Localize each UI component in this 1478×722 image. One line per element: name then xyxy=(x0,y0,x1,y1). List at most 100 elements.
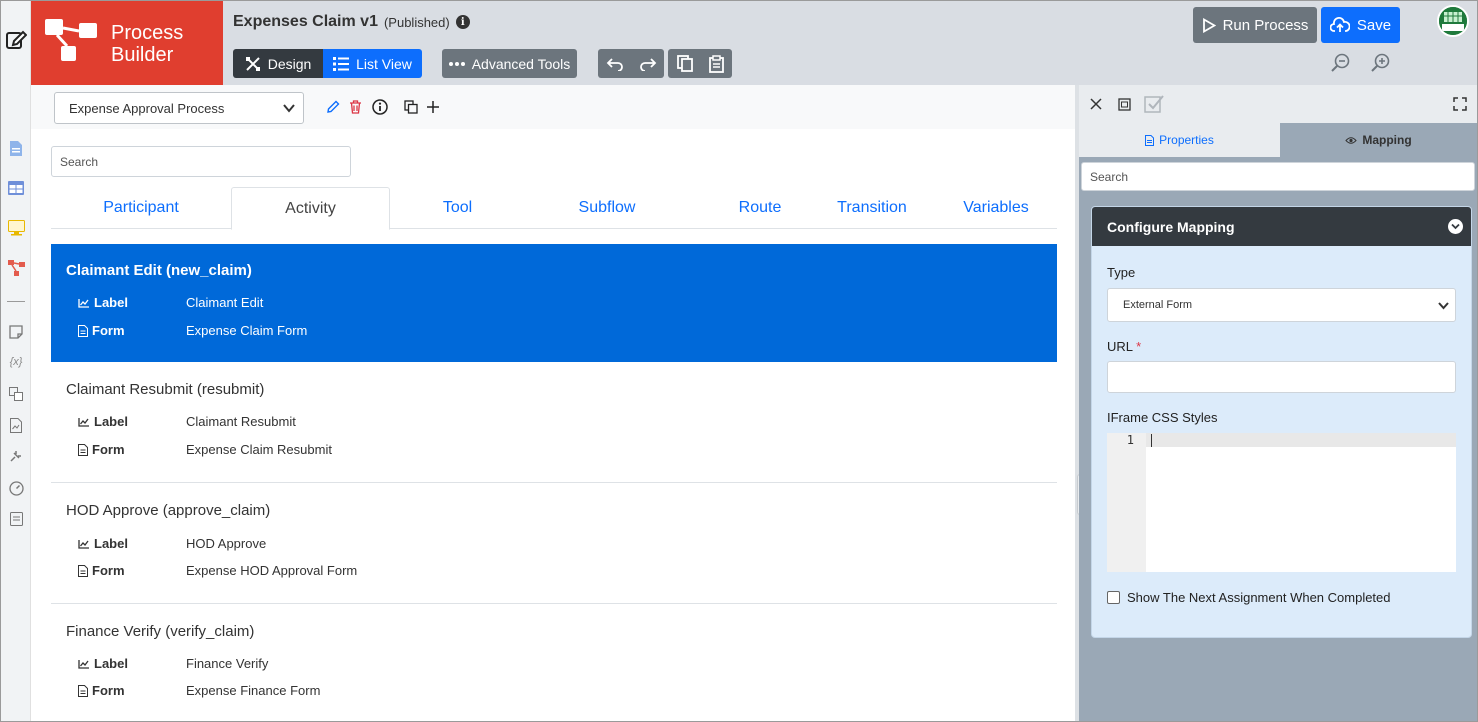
app-header: Process Builder Expenses Claim v1 (Publi… xyxy=(31,1,1477,85)
show-next-assignment-checkbox[interactable] xyxy=(1107,591,1120,604)
logo-line-1: Process xyxy=(111,22,184,44)
form-icon xyxy=(78,564,88,577)
variables-icon[interactable]: {x} xyxy=(7,353,25,371)
translate-icon[interactable] xyxy=(7,385,25,403)
activity-name: Claimant Edit (new_claim) xyxy=(66,262,252,279)
undo-button[interactable] xyxy=(598,49,631,78)
datalist-icon[interactable] xyxy=(7,179,25,197)
activity-name: Claimant Resubmit (resubmit) xyxy=(66,381,265,398)
url-input[interactable] xyxy=(1107,361,1456,393)
css-code-editor[interactable]: 1 xyxy=(1107,433,1456,572)
tab-mapping[interactable]: Mapping xyxy=(1280,123,1477,157)
label-key: Label xyxy=(94,414,128,429)
window-icon[interactable] xyxy=(1116,96,1132,112)
label-icon xyxy=(78,298,89,308)
panel-search-placeholder: Search xyxy=(1090,169,1129,184)
left-icon-rail: {x} xyxy=(1,1,31,721)
activity-item[interactable]: Finance Verify (verify_claim) Label Fina… xyxy=(51,605,1057,721)
user-avatar[interactable] xyxy=(1437,5,1469,37)
code-gutter xyxy=(1107,433,1146,572)
info-circle-icon[interactable] xyxy=(372,99,388,115)
save-button[interactable]: Save xyxy=(1321,7,1400,43)
note-icon[interactable] xyxy=(7,323,25,341)
zoom-in-icon[interactable] xyxy=(1371,53,1391,73)
design-button[interactable]: Design xyxy=(233,49,323,78)
list-view-panel: Search Participant Activity Tool Subflow… xyxy=(31,129,1075,721)
panel-search-input[interactable]: Search xyxy=(1081,162,1475,191)
plus-icon[interactable] xyxy=(425,99,441,115)
info-icon[interactable]: i xyxy=(455,15,470,29)
zoom-out-icon[interactable] xyxy=(1331,53,1351,73)
tab-activity[interactable]: Activity xyxy=(231,187,390,230)
label-key: Label xyxy=(94,656,128,671)
tab-transition[interactable]: Transition xyxy=(831,187,913,229)
close-icon[interactable] xyxy=(1088,96,1104,112)
form-icon xyxy=(78,324,88,337)
process-builder-logo[interactable]: Process Builder xyxy=(31,1,223,85)
process-select-value: Expense Approval Process xyxy=(69,100,225,116)
clipboard-icon[interactable] xyxy=(7,509,25,527)
apply-check-icon[interactable] xyxy=(1144,94,1164,114)
pencil-icon[interactable] xyxy=(325,99,341,115)
redo-button[interactable] xyxy=(631,49,664,78)
line-number: 1 xyxy=(1126,433,1134,447)
activity-item[interactable]: Claimant Resubmit (resubmit) Label Claim… xyxy=(51,363,1057,483)
form-key: Form xyxy=(92,683,125,698)
logo-mark-icon xyxy=(45,19,97,61)
design-button-label: Design xyxy=(267,55,312,72)
activity-label-value: Claimant Edit xyxy=(186,295,264,310)
activity-form-value: Expense Claim Form xyxy=(186,323,308,338)
paste-button[interactable] xyxy=(701,49,732,78)
activity-label-value: Finance Verify xyxy=(186,656,269,671)
required-marker: * xyxy=(1136,339,1142,354)
file-icon xyxy=(1145,134,1155,146)
type-select-value: External Form xyxy=(1123,299,1193,311)
tab-participant[interactable]: Participant xyxy=(51,187,231,229)
rail-divider xyxy=(7,301,25,302)
eye-icon xyxy=(1345,136,1358,144)
active-line xyxy=(1146,433,1456,447)
panel-toolbar xyxy=(1079,85,1477,123)
label-key: Label xyxy=(94,295,128,310)
performance-icon[interactable] xyxy=(7,479,25,497)
fullscreen-icon[interactable] xyxy=(1452,96,1468,112)
trash-icon[interactable] xyxy=(347,99,363,115)
tab-variables[interactable]: Variables xyxy=(931,187,1061,229)
process-toolbar: Expense Approval Process xyxy=(31,85,1075,129)
publish-status: (Published) xyxy=(383,14,450,30)
document-icon[interactable] xyxy=(7,139,25,157)
copy-button[interactable] xyxy=(668,49,701,78)
show-next-assignment-option[interactable]: Show The Next Assignment When Completed xyxy=(1107,590,1391,605)
paste-icon xyxy=(709,54,724,73)
tab-mapping-label: Mapping xyxy=(1362,133,1412,147)
tab-properties[interactable]: Properties xyxy=(1079,123,1280,157)
show-next-assignment-label: Show The Next Assignment When Completed xyxy=(1127,590,1391,605)
duplicate-icon[interactable] xyxy=(403,99,419,115)
list-view-button[interactable]: List View xyxy=(323,49,422,78)
list-icon xyxy=(333,56,350,71)
activity-item[interactable]: Claimant Edit (new_claim) Label Claimant… xyxy=(51,244,1057,362)
save-label: Save xyxy=(1356,16,1392,34)
activity-form-value: Expense Finance Form xyxy=(186,683,321,698)
plugin-icon[interactable] xyxy=(7,447,25,465)
collapse-chevron-icon[interactable] xyxy=(1448,219,1463,234)
tab-subflow[interactable]: Subflow xyxy=(525,187,689,229)
list-search-input[interactable]: Search xyxy=(51,146,351,177)
tab-tool[interactable]: Tool xyxy=(390,187,525,229)
activity-item[interactable]: HOD Approve (approve_claim) Label HOD Ap… xyxy=(51,484,1057,604)
list-view-button-label: List View xyxy=(356,55,412,72)
type-select[interactable]: External Form xyxy=(1107,288,1456,322)
advanced-tools-button[interactable]: Advanced Tools xyxy=(442,49,577,78)
tab-route[interactable]: Route xyxy=(689,187,831,229)
chevron-down-icon xyxy=(1438,302,1449,310)
card-header[interactable]: Configure Mapping xyxy=(1092,207,1471,246)
url-label-text: URL xyxy=(1107,339,1133,354)
run-process-button[interactable]: Run Process xyxy=(1193,7,1317,43)
image-file-icon[interactable] xyxy=(7,416,25,434)
userview-icon[interactable] xyxy=(7,219,25,237)
process-icon[interactable] xyxy=(7,259,25,277)
process-select[interactable]: Expense Approval Process xyxy=(54,92,304,124)
activity-name: HOD Approve (approve_claim) xyxy=(66,502,271,519)
edit-icon[interactable] xyxy=(4,27,28,51)
play-icon xyxy=(1202,17,1216,33)
